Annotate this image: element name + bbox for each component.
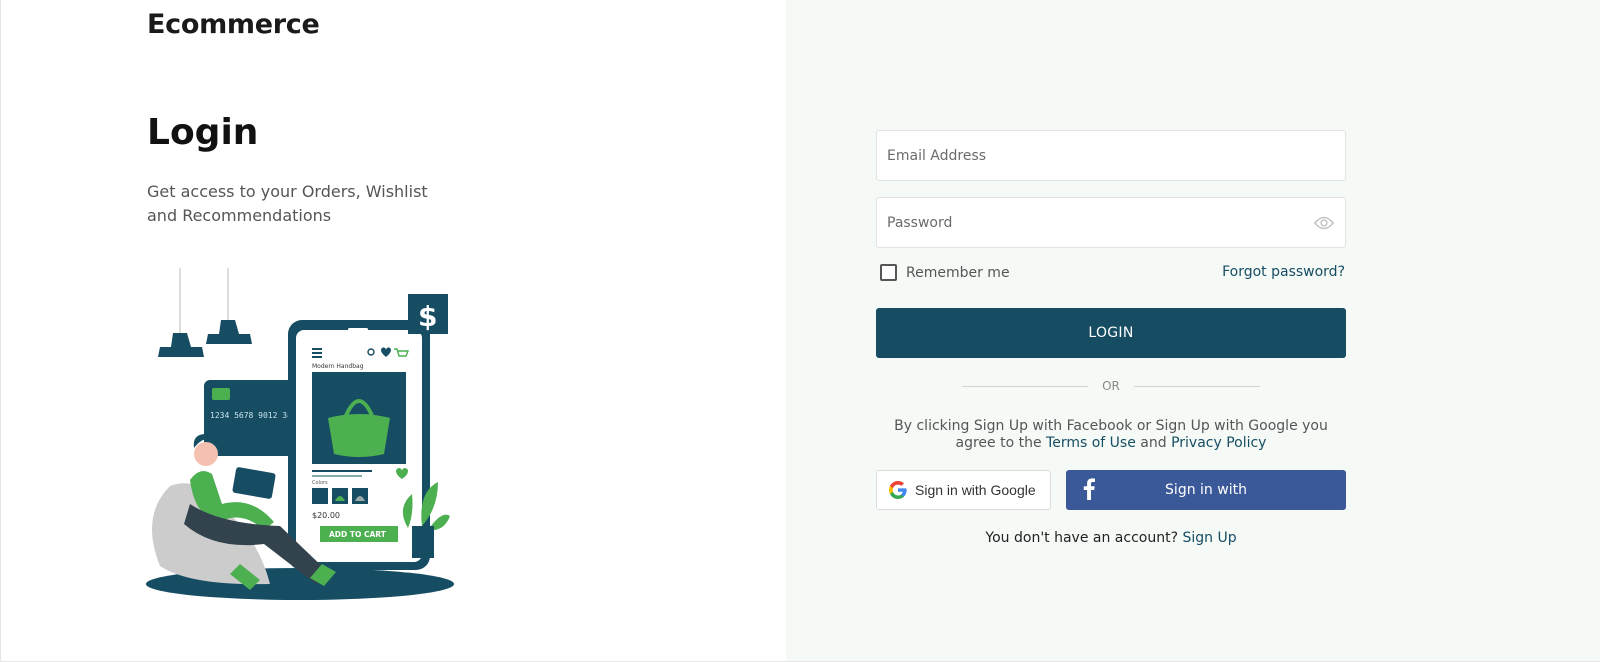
page-subtitle: Get access to your Orders, Wishlist and … — [147, 182, 428, 225]
add-to-cart-label: ADD TO CART — [329, 530, 387, 539]
facebook-icon — [1083, 478, 1095, 500]
forgot-password-link[interactable]: Forgot password? — [1222, 264, 1345, 280]
shopping-illustration: 1234 5678 9012 345 Modern Handbag Colors… — [146, 268, 454, 600]
login-button[interactable]: LOGIN — [876, 308, 1346, 358]
signup-prompt: You don't have an account? Sign Up — [876, 530, 1346, 546]
divider-line — [1133, 385, 1261, 387]
or-divider: OR — [962, 379, 1261, 393]
divider-line — [962, 385, 1089, 387]
remember-me-checkbox[interactable] — [880, 264, 897, 281]
card-number: 1234 5678 9012 345 — [210, 411, 297, 420]
price-label: $20.00 — [312, 511, 340, 520]
password-field[interactable] — [877, 198, 1345, 247]
dollar-sign: $ — [418, 300, 437, 333]
password-field-wrapper — [876, 197, 1346, 248]
remember-me[interactable]: Remember me — [880, 264, 1010, 281]
signup-link[interactable]: Sign Up — [1182, 530, 1236, 546]
eye-icon[interactable] — [1313, 213, 1335, 233]
email-field[interactable] — [877, 131, 1345, 180]
signup-text: You don't have an account? — [985, 530, 1179, 546]
terms-and: and — [1140, 435, 1167, 451]
remember-me-label: Remember me — [906, 264, 1010, 281]
page-title: Login — [147, 112, 259, 153]
product-title: Modern Handbag — [312, 363, 364, 370]
google-signin-button[interactable]: Sign in with Google — [876, 470, 1051, 510]
google-signin-label: Sign in with Google — [915, 482, 1036, 498]
lamp-icon — [158, 333, 204, 357]
or-label: OR — [1102, 379, 1120, 393]
terms-of-use-link[interactable]: Terms of Use — [1046, 435, 1136, 451]
facebook-signin-button[interactable]: Sign in with — [1066, 470, 1346, 510]
terms-notice: By clicking Sign Up with Facebook or Sig… — [876, 418, 1346, 452]
facebook-signin-label: Sign in with — [1165, 482, 1247, 498]
email-field-wrapper — [876, 130, 1346, 181]
handbag-icon — [328, 414, 390, 457]
privacy-policy-link[interactable]: Privacy Policy — [1171, 435, 1266, 451]
lamp-icon — [206, 320, 252, 344]
brand-logo[interactable]: Ecommerce — [147, 9, 320, 40]
colors-label: Colors — [312, 480, 328, 486]
google-icon — [889, 481, 907, 499]
